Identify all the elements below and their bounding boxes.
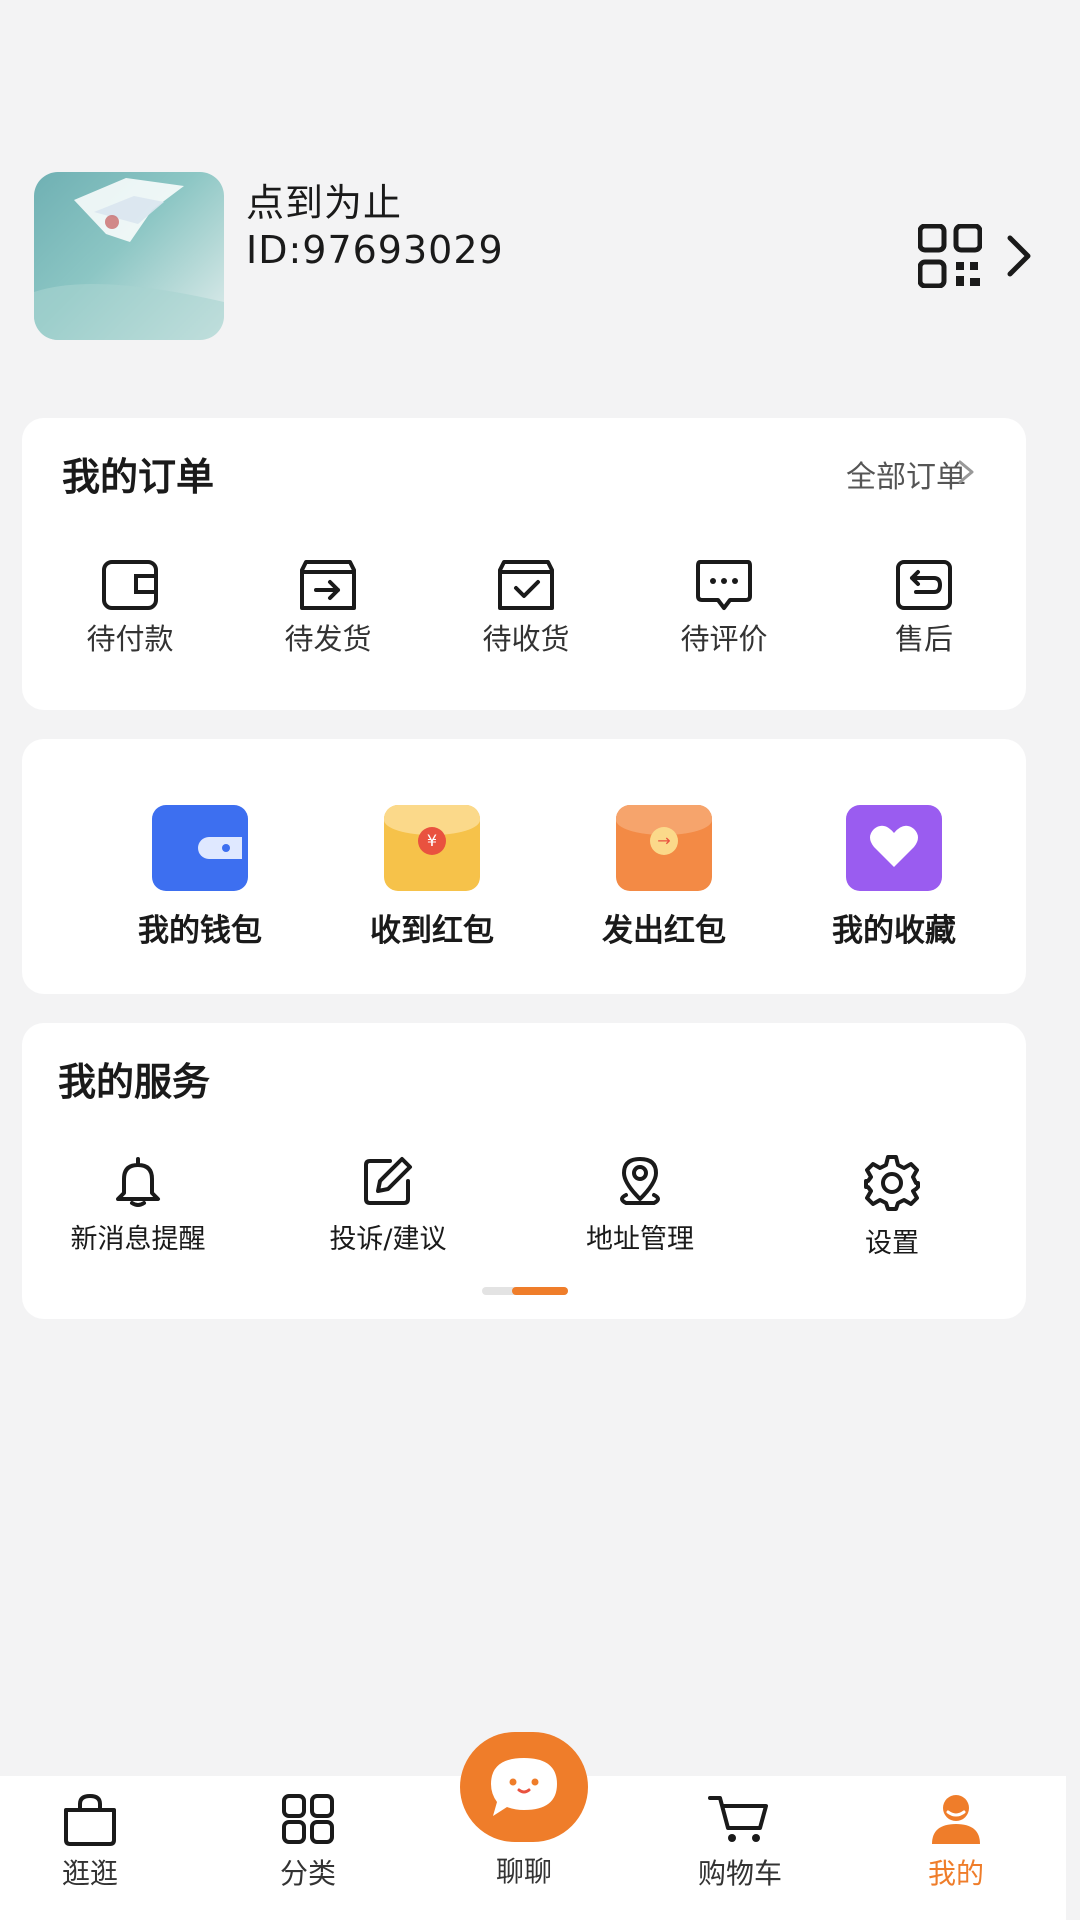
order-pending-payment[interactable]: 待付款: [70, 558, 190, 658]
chevron-right-icon[interactable]: [1002, 232, 1036, 280]
tab-chat-label: 聊聊: [495, 1855, 552, 1888]
my-favorites-button[interactable]: 我的收藏: [794, 805, 994, 950]
orders-title: 我的订单: [62, 455, 215, 499]
service-item-label: 投诉/建议: [329, 1224, 447, 1255]
service-item-label: 设置: [865, 1228, 919, 1259]
wallet-card: 我的钱包 ¥ 收到红包 → 发出红包 我的收藏: [22, 739, 1026, 994]
avatar[interactable]: [34, 172, 224, 340]
sent-red-envelope-button[interactable]: → 发出红包: [564, 805, 764, 950]
message-reminder-button[interactable]: 新消息提醒: [48, 1153, 228, 1256]
user-nickname: 点到为止: [246, 181, 403, 225]
tab-category[interactable]: 分类: [248, 1792, 368, 1892]
edit-icon: [364, 1157, 412, 1205]
category-icon: [282, 1794, 334, 1844]
user-icon: [932, 1795, 980, 1844]
tab-explore[interactable]: 逛逛: [30, 1792, 150, 1892]
chat-icon: [491, 1758, 557, 1816]
qr-code-icon[interactable]: [918, 224, 982, 288]
services-card: 我的服务 新消息提醒 投诉/建议 地址管理 设置: [22, 1023, 1026, 1319]
tab-cart[interactable]: 购物车: [680, 1792, 800, 1892]
order-item-label: 待评价: [680, 622, 768, 656]
tab-mine[interactable]: 我的: [896, 1792, 1016, 1892]
order-after-sales[interactable]: 售后: [864, 558, 984, 658]
cart-icon: [708, 1796, 768, 1842]
my-wallet-button[interactable]: 我的钱包: [100, 805, 300, 950]
feedback-button[interactable]: 投诉/建议: [298, 1153, 478, 1256]
address-management-button[interactable]: 地址管理: [550, 1153, 730, 1256]
wallet-item-label: 我的收藏: [832, 913, 956, 949]
heart-icon: [846, 805, 942, 891]
tab-label: 我的: [927, 1857, 984, 1890]
all-orders-link[interactable]: 全部订单: [846, 452, 966, 496]
wallet-item-label: 我的钱包: [138, 913, 262, 949]
order-item-label: 售后: [894, 622, 953, 656]
tab-label: 逛逛: [61, 1857, 118, 1890]
order-pending-shipment[interactable]: 待发货: [268, 558, 388, 658]
order-item-label: 待发货: [284, 622, 372, 656]
orders-card: 我的订单 全部订单 待付款 待发货 待收货 待评价 售后: [22, 418, 1026, 710]
wallet-icon: [152, 805, 248, 891]
box-arrow-icon: [300, 560, 356, 610]
return-icon: [896, 560, 952, 610]
profile-header[interactable]: 点到为止 ID:97693029: [34, 172, 1046, 342]
bell-icon: [116, 1157, 160, 1207]
service-item-label: 地址管理: [586, 1224, 694, 1255]
chevron-right-icon[interactable]: [956, 458, 976, 486]
box-check-icon: [498, 560, 554, 610]
services-title: 我的服务: [58, 1060, 211, 1104]
tab-chat-button[interactable]: [460, 1732, 588, 1842]
red-envelope-received-icon: ¥: [384, 805, 480, 891]
user-id: ID:97693029: [246, 228, 504, 272]
received-red-envelope-button[interactable]: ¥ 收到红包: [332, 805, 532, 950]
page-indicator: [482, 1287, 568, 1295]
wallet-item-label: 收到红包: [370, 913, 494, 949]
comment-icon: [696, 560, 752, 610]
order-item-label: 待付款: [86, 622, 174, 656]
order-pending-receipt[interactable]: 待收货: [466, 558, 586, 658]
tab-label: 分类: [279, 1857, 336, 1890]
settings-button[interactable]: 设置: [802, 1153, 982, 1260]
wallet-item-label: 发出红包: [602, 913, 726, 949]
wallet-outline-icon: [102, 560, 158, 610]
tab-label: 购物车: [697, 1857, 782, 1890]
order-item-label: 待收货: [482, 622, 570, 656]
location-icon: [620, 1157, 660, 1205]
red-envelope-sent-icon: →: [616, 805, 712, 891]
service-item-label: 新消息提醒: [70, 1224, 206, 1255]
order-pending-review[interactable]: 待评价: [664, 558, 784, 658]
gear-icon: [864, 1155, 920, 1211]
shopping-bag-icon: [64, 1793, 116, 1846]
